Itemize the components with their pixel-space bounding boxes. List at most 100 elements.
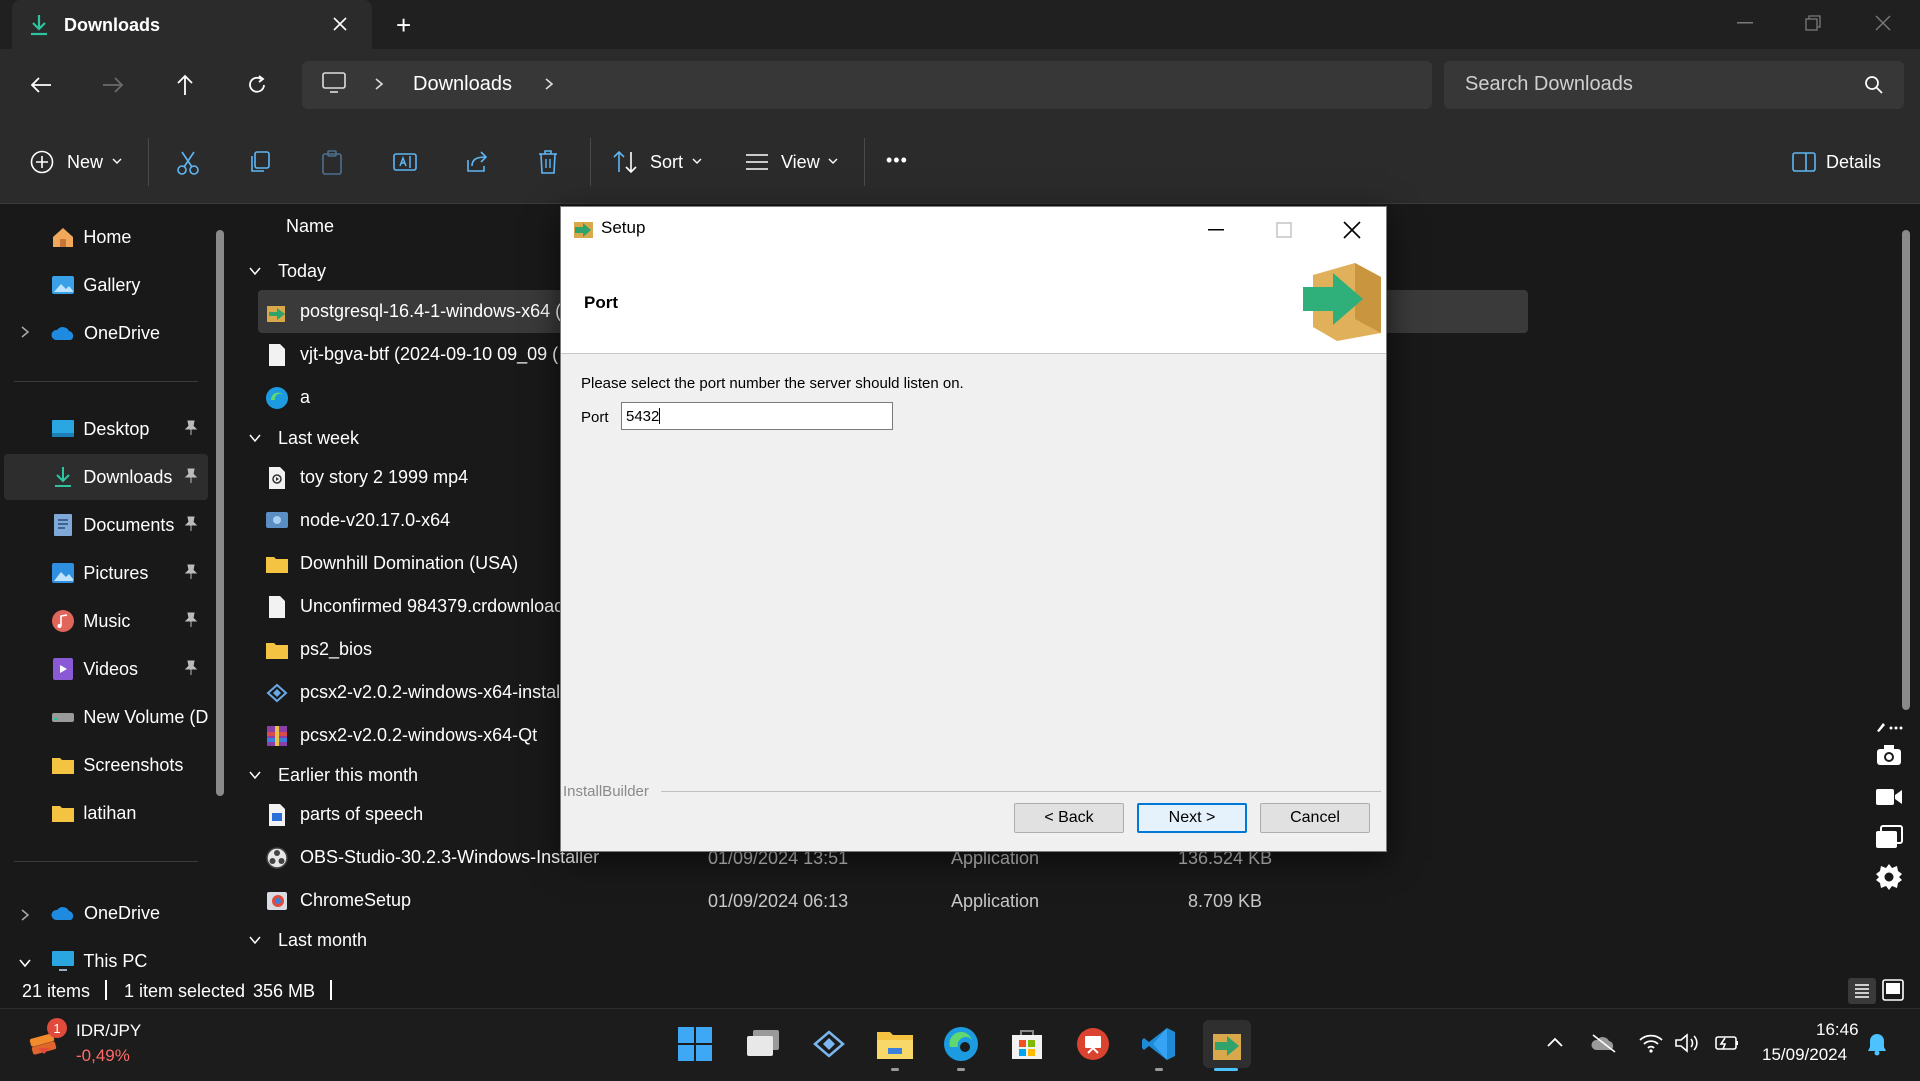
setup-dialog: Setup Port Please select the port number…	[560, 206, 1387, 852]
chevron-up-icon[interactable]	[1546, 1036, 1564, 1048]
video-record-icon[interactable]	[1874, 782, 1904, 812]
sort-icon[interactable]	[612, 150, 638, 174]
pin-icon[interactable]	[184, 612, 198, 628]
chevron-down-icon[interactable]	[112, 157, 122, 165]
sidebar-scrollbar[interactable]	[216, 230, 224, 796]
new-plus-icon[interactable]	[30, 150, 54, 174]
column-header-name[interactable]: Name	[286, 216, 334, 237]
wifi-icon[interactable]	[1638, 1032, 1664, 1054]
new-tab-button[interactable]: +	[396, 10, 411, 41]
pin-icon[interactable]	[184, 420, 198, 436]
sidebar-item-home[interactable]: Home	[4, 214, 208, 260]
dialog-title-bar[interactable]	[561, 207, 1386, 251]
delete-icon[interactable]	[537, 149, 559, 175]
clock-date[interactable]: 15/09/2024	[1762, 1045, 1847, 1065]
breadcrumb-chevron-icon[interactable]	[374, 77, 384, 91]
file-list-scrollbar[interactable]	[1902, 230, 1910, 710]
pin-icon[interactable]	[184, 660, 198, 676]
sidebar-item-onedrive[interactable]: OneDrive	[4, 310, 208, 356]
onedrive-offline-icon[interactable]	[1590, 1032, 1618, 1054]
sidebar-item-latihan[interactable]: latihan	[4, 790, 208, 836]
brand-label: InstallBuilder	[563, 783, 649, 800]
camera-icon[interactable]	[1874, 740, 1904, 770]
search-icon[interactable]	[1864, 75, 1884, 95]
next-button[interactable]: Next >	[1137, 803, 1247, 833]
file-icon	[264, 594, 290, 620]
breadcrumb-chevron-icon[interactable]	[544, 77, 554, 91]
sidebar-item-screenshots[interactable]: Screenshots	[4, 742, 208, 788]
more-options-button[interactable]: •••	[886, 150, 908, 171]
sidebar-item-onedrive-2[interactable]: OneDrive	[4, 890, 208, 936]
group-last-week[interactable]: Last week	[248, 418, 359, 458]
tiles-view-button[interactable]	[1882, 979, 1904, 1001]
task-view-icon[interactable]	[741, 1022, 785, 1066]
cut-icon[interactable]	[176, 150, 200, 176]
pen-more-icon[interactable]	[1874, 716, 1904, 736]
refresh-icon[interactable]	[242, 70, 272, 100]
back-arrow-icon[interactable]	[26, 70, 56, 100]
chevron-down-icon[interactable]	[828, 157, 838, 165]
group-earlier-this-month[interactable]: Earlier this month	[248, 755, 418, 795]
pcsx2-app-icon[interactable]	[807, 1022, 851, 1066]
group-today[interactable]: Today	[248, 251, 326, 291]
close-icon[interactable]	[1337, 215, 1367, 245]
share-icon[interactable]	[464, 150, 490, 174]
details-view-button[interactable]	[1848, 978, 1876, 1004]
clock-time[interactable]: 16:46	[1816, 1020, 1859, 1040]
edge-app-icon[interactable]	[939, 1022, 983, 1066]
rename-icon[interactable]	[392, 150, 418, 174]
sidebar-item-documents[interactable]: Documents	[4, 502, 208, 548]
sidebar-item-gallery[interactable]: Gallery	[4, 262, 208, 308]
copy-icon[interactable]	[248, 150, 272, 174]
sidebar-item-videos[interactable]: Videos	[4, 646, 208, 692]
details-button[interactable]: Details	[1826, 152, 1881, 173]
setup-app-icon[interactable]	[1203, 1020, 1251, 1068]
battery-charging-icon[interactable]	[1712, 1032, 1740, 1054]
gallery-capture-icon[interactable]	[1874, 822, 1904, 852]
presentation-app-icon[interactable]	[1071, 1022, 1115, 1066]
file-explorer-icon[interactable]	[873, 1022, 917, 1066]
this-pc-icon[interactable]	[322, 72, 346, 94]
start-windows-icon[interactable]	[673, 1022, 717, 1066]
dialog-title: Setup	[601, 218, 646, 237]
minimize-icon[interactable]	[1201, 215, 1231, 245]
pin-icon[interactable]	[184, 516, 198, 532]
close-window-icon[interactable]	[1868, 8, 1898, 38]
home-icon	[50, 224, 75, 250]
view-button[interactable]: View	[781, 152, 820, 173]
widget-title[interactable]: IDR/JPY	[76, 1021, 141, 1041]
maximize-icon[interactable]	[1269, 215, 1299, 245]
notification-bell-icon[interactable]	[1866, 1032, 1888, 1056]
notification-badge: 1	[47, 1018, 67, 1038]
details-pane-icon[interactable]	[1792, 152, 1816, 172]
restore-icon[interactable]	[1798, 8, 1828, 38]
forward-arrow-icon[interactable]	[98, 70, 128, 100]
chevron-down-icon[interactable]	[692, 157, 702, 165]
pin-icon[interactable]	[184, 468, 198, 484]
sidebar-item-music[interactable]: Music	[4, 598, 208, 644]
pin-icon[interactable]	[184, 564, 198, 580]
file-row[interactable]: ChromeSetup	[258, 879, 1528, 922]
sidebar-item-desktop[interactable]: Desktop	[4, 406, 208, 452]
breadcrumb-downloads[interactable]: Downloads	[413, 73, 512, 96]
word-doc-icon	[264, 802, 290, 828]
sidebar-item-pictures[interactable]: Pictures	[4, 550, 208, 596]
paste-icon[interactable]	[320, 150, 344, 176]
group-last-month[interactable]: Last month	[248, 920, 367, 960]
store-app-icon[interactable]	[1005, 1022, 1049, 1066]
cancel-button[interactable]: Cancel	[1260, 803, 1370, 833]
up-arrow-icon[interactable]	[170, 70, 200, 100]
back-button[interactable]: < Back	[1014, 803, 1124, 833]
vscode-app-icon[interactable]	[1137, 1022, 1181, 1066]
sidebar-item-new-volume[interactable]: New Volume (D:	[4, 694, 208, 740]
close-tab-icon[interactable]	[326, 10, 354, 38]
minimize-icon[interactable]	[1730, 8, 1760, 38]
sort-button[interactable]: Sort	[650, 152, 683, 173]
active-indicator	[1214, 1068, 1238, 1071]
port-input[interactable]: 5432	[621, 402, 893, 430]
settings-gear-icon[interactable]	[1874, 862, 1904, 892]
new-button[interactable]: New	[67, 152, 103, 173]
view-icon[interactable]	[744, 152, 770, 172]
sidebar-item-downloads[interactable]: Downloads	[4, 454, 208, 500]
volume-icon[interactable]	[1674, 1032, 1700, 1054]
